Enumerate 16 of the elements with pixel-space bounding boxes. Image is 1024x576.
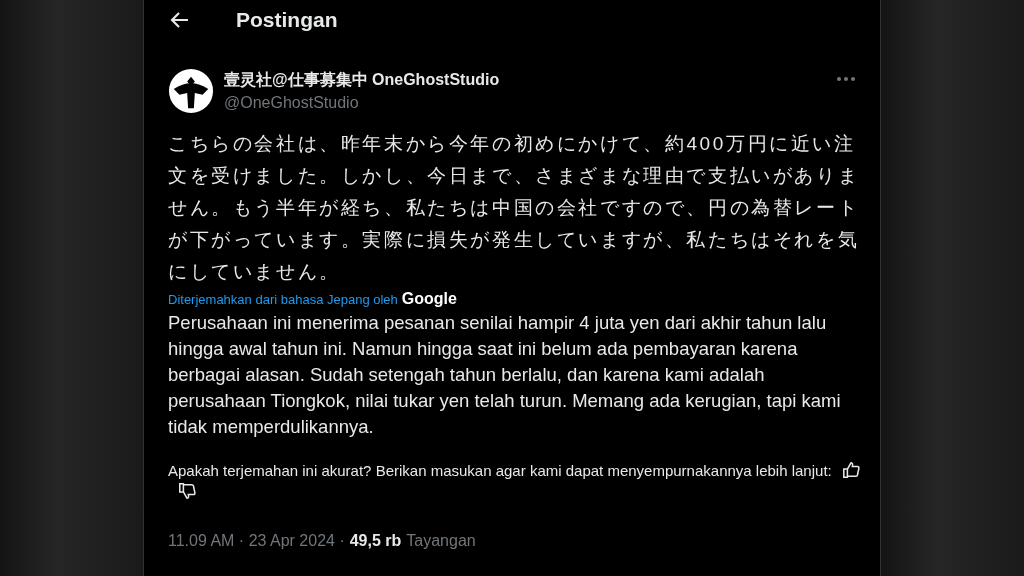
back-arrow-icon[interactable] xyxy=(170,10,190,30)
post-text: こちらの会社は、昨年末から今年の初めにかけて、約400万円に近い注文を受けました。しかし、今日まで、さまざまな理由で支払いがありません。もう半年が経ち、私たちは中国の会社ですので、円の為替レートが下がっています。実際に損失が発生していますが、私たちはそれを気にしていません。 xyxy=(168,132,861,284)
translation-note-link[interactable]: Diterjemahkan dari bahasa Jepang oleh xyxy=(168,292,398,307)
thumbs-down-icon[interactable] xyxy=(178,482,196,500)
author-handle[interactable]: @OneGhostStudio xyxy=(224,94,826,112)
views-label: Tayangan xyxy=(406,532,476,550)
feedback-text: Apakah terjemahan ini akurat? Berikan masukan agar kami dapat menyempurnakannya lebih lanjut: xyxy=(168,462,832,479)
post-timestamp: 11.09 AM · 23 Apr 2024 · xyxy=(168,532,345,550)
avatar-logo-icon[interactable] xyxy=(168,68,214,114)
translated-text: Perusahaan ini menerima pesanan senilai hampir 4 juta yen dari akhir tahun lalu hingga awal tahun ini. Namun hingga saat ini belum ada pembayaran karena berbagai alasan. Sudah setengah tahun berlalu, dan karena kami adalah perusahaan Tiongkok, nilai tukar yen telah turun. Memang ada kerugian, tapi kami tidak memperdulikannya. xyxy=(168,311,842,439)
views-count: 49,5 rb xyxy=(349,532,402,550)
more-options-icon[interactable] xyxy=(836,76,856,82)
thumbs-up-icon[interactable] xyxy=(841,461,860,479)
translator-name: Google xyxy=(401,290,457,308)
page-title: Postingan xyxy=(236,8,338,32)
author-name[interactable]: 壹灵社@仕事募集中 OneGhostStudio xyxy=(224,70,826,91)
